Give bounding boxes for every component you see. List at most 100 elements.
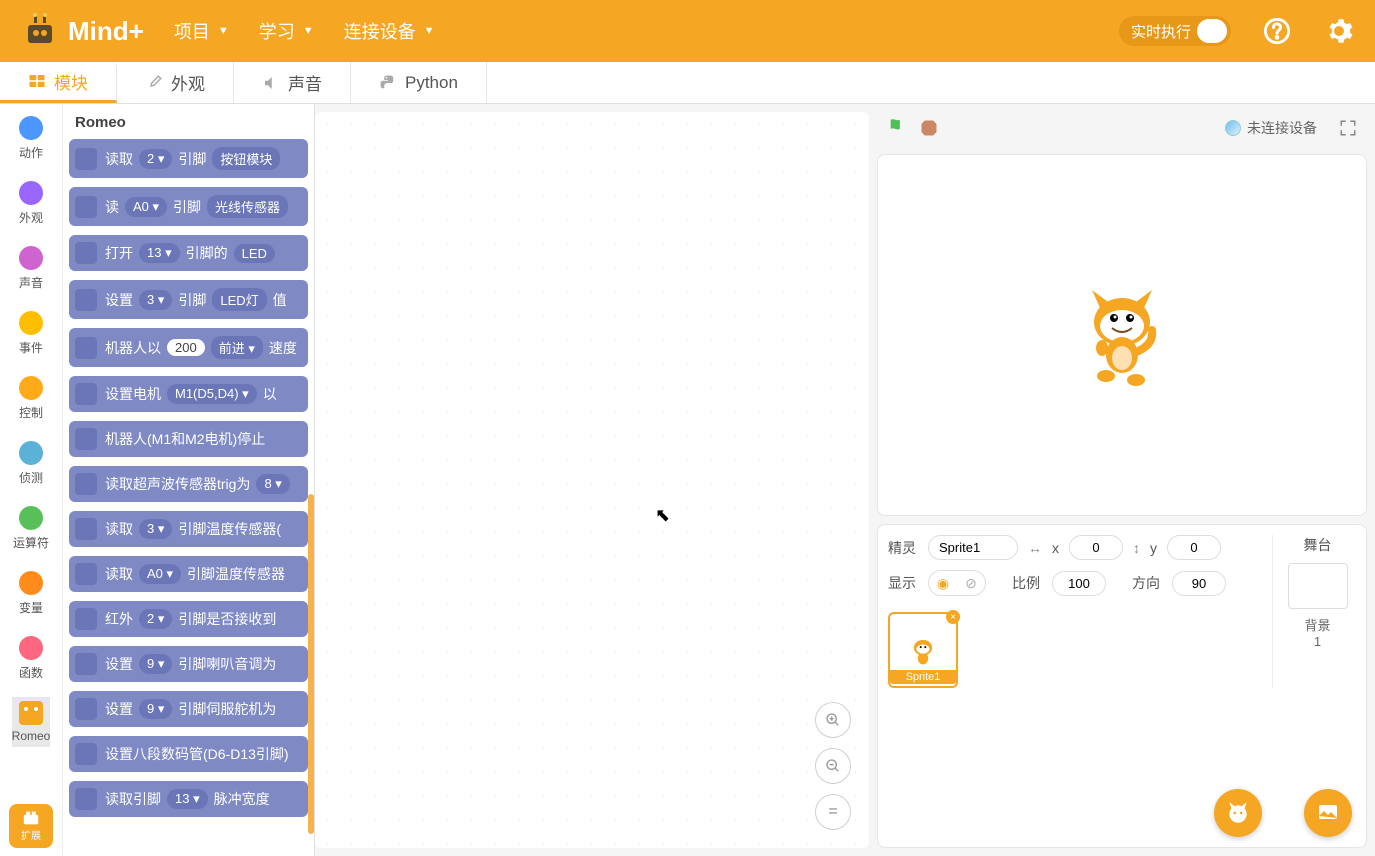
hide-button[interactable]: ⊘: [957, 571, 985, 595]
blocks-icon: [28, 72, 46, 90]
palette-block[interactable]: 设置电机M1(D5,D4) ▾以: [69, 376, 308, 412]
backdrop-label: 背景: [1279, 615, 1356, 634]
category-动作[interactable]: 动作: [12, 112, 51, 165]
zoom-reset-button[interactable]: =: [815, 794, 851, 830]
menu-connect[interactable]: 连接设备▼: [344, 18, 435, 44]
palette-block[interactable]: 机器人(M1和M2电机)停止: [69, 421, 308, 457]
extension-button[interactable]: 扩展: [9, 804, 53, 848]
add-backdrop-button[interactable]: [1304, 789, 1352, 837]
menu-learn-label: 学习: [259, 18, 295, 44]
size-input[interactable]: [1052, 571, 1106, 596]
settings-icon[interactable]: [1323, 15, 1355, 47]
category-运算符[interactable]: 运算符: [12, 502, 51, 555]
category-dot: [19, 506, 43, 530]
sprite-name-label: 精灵: [888, 538, 918, 558]
sprite-on-stage[interactable]: [1072, 280, 1172, 390]
stage-label: 舞台: [1279, 535, 1356, 555]
zoom-controls: =: [815, 702, 851, 830]
chevron-down-icon: ▼: [303, 25, 314, 37]
sprite-card[interactable]: × Sprite1: [888, 612, 958, 688]
palette-block[interactable]: 设置9 ▾引脚伺服舵机为: [69, 691, 308, 727]
sprite-list: × Sprite1: [888, 606, 1266, 688]
palette-block[interactable]: 设置3 ▾引脚LED灯值: [69, 280, 308, 319]
menu-project-label: 项目: [174, 18, 210, 44]
category-label: 变量: [19, 599, 43, 616]
y-input[interactable]: [1167, 535, 1221, 560]
category-Romeo[interactable]: Romeo: [12, 697, 51, 747]
zoom-out-button[interactable]: [815, 748, 851, 784]
show-button[interactable]: ◉: [929, 571, 957, 595]
palette-block[interactable]: 读A0 ▾引脚光线传感器: [69, 187, 308, 226]
x-input[interactable]: [1069, 535, 1123, 560]
category-label: 外观: [19, 209, 43, 226]
connection-indicator-icon: [1225, 120, 1241, 136]
category-label: Romeo: [12, 729, 51, 743]
stage-selector[interactable]: 舞台 背景 1: [1272, 535, 1356, 688]
python-icon: [379, 74, 397, 92]
chevron-down-icon: ▼: [218, 25, 229, 37]
image-icon: [1316, 801, 1340, 825]
palette-scrollbar[interactable]: [308, 494, 314, 834]
editor-tabs: 模块 外观 声音 Python: [0, 62, 1375, 104]
category-函数[interactable]: 函数: [12, 632, 51, 685]
category-dot: [19, 311, 43, 335]
palette-block[interactable]: 设置9 ▾引脚喇叭音调为: [69, 646, 308, 682]
menu-learn[interactable]: 学习 ▼: [259, 18, 314, 44]
category-label: 函数: [19, 664, 43, 681]
palette-block[interactable]: 读取超声波传感器trig为8 ▾: [69, 466, 308, 502]
category-dot: [19, 571, 43, 595]
fullscreen-icon[interactable]: [1339, 119, 1357, 137]
romeo-icon: [19, 701, 43, 725]
visibility-toggle: ◉ ⊘: [928, 570, 986, 596]
category-侦测[interactable]: 侦测: [12, 437, 51, 490]
main-area: 动作外观声音事件控制侦测运算符变量函数 Romeo 扩展 Romeo 读取2 ▾引…: [0, 104, 1375, 856]
y-label: y: [1150, 540, 1157, 556]
tab-blocks[interactable]: 模块: [0, 62, 117, 103]
logo-text: Mind+: [68, 16, 144, 47]
menu-project[interactable]: 项目 ▼: [174, 18, 229, 44]
palette-block[interactable]: 读取3 ▾引脚温度传感器(: [69, 511, 308, 547]
green-flag-icon[interactable]: [887, 117, 909, 139]
direction-input[interactable]: [1172, 571, 1226, 596]
category-声音[interactable]: 声音: [12, 242, 51, 295]
cat-face-icon: [1225, 800, 1251, 826]
tab-costumes[interactable]: 外观: [117, 62, 234, 103]
sound-icon: [262, 74, 280, 92]
stop-icon[interactable]: [919, 118, 939, 138]
palette-block[interactable]: 读取引脚13 ▾脉冲宽度: [69, 781, 308, 817]
workspace[interactable]: =: [315, 112, 869, 848]
tab-sounds[interactable]: 声音: [234, 62, 351, 103]
stage-column: 未连接设备: [877, 104, 1375, 856]
category-dot: [19, 636, 43, 660]
stage[interactable]: [877, 154, 1367, 516]
sprite-delete-icon[interactable]: ×: [946, 610, 960, 624]
logo-icon: [20, 13, 60, 49]
category-dot: [19, 376, 43, 400]
help-icon[interactable]: [1261, 15, 1293, 47]
category-变量[interactable]: 变量: [12, 567, 51, 620]
palette-block[interactable]: 机器人以200前进 ▾速度: [69, 328, 308, 367]
palette-block[interactable]: 打开13 ▾引脚的LED: [69, 235, 308, 271]
tab-python[interactable]: Python: [351, 62, 487, 103]
category-dot: [19, 441, 43, 465]
backdrop-count: 1: [1279, 634, 1356, 649]
sprite-info-panel: 精灵 ↔ x ↕ y 显示 ◉ ⊘: [877, 524, 1367, 848]
tab-sounds-label: 声音: [288, 70, 322, 95]
category-label: 事件: [19, 339, 43, 356]
realtime-toggle[interactable]: 实时执行: [1119, 16, 1231, 46]
topbar: Mind+ 项目 ▼ 学习 ▼ 连接设备▼ 实时执行: [0, 0, 1375, 62]
block-palette: Romeo 读取2 ▾引脚按钮模块读A0 ▾引脚光线传感器打开13 ▾引脚的LE…: [63, 104, 315, 856]
category-外观[interactable]: 外观: [12, 177, 51, 230]
palette-block[interactable]: 设置八段数码管(D6-D13引脚): [69, 736, 308, 772]
size-label: 比例: [1012, 573, 1042, 593]
palette-block[interactable]: 读取A0 ▾引脚温度传感器: [69, 556, 308, 592]
connection-status[interactable]: 未连接设备: [1225, 118, 1317, 138]
palette-block[interactable]: 红外2 ▾引脚是否接收到: [69, 601, 308, 637]
sprite-thumbnail: [905, 634, 941, 670]
sprite-name-input[interactable]: [928, 535, 1018, 560]
add-sprite-button[interactable]: [1214, 789, 1262, 837]
palette-block[interactable]: 读取2 ▾引脚按钮模块: [69, 139, 308, 178]
zoom-in-button[interactable]: [815, 702, 851, 738]
category-控制[interactable]: 控制: [12, 372, 51, 425]
category-事件[interactable]: 事件: [12, 307, 51, 360]
